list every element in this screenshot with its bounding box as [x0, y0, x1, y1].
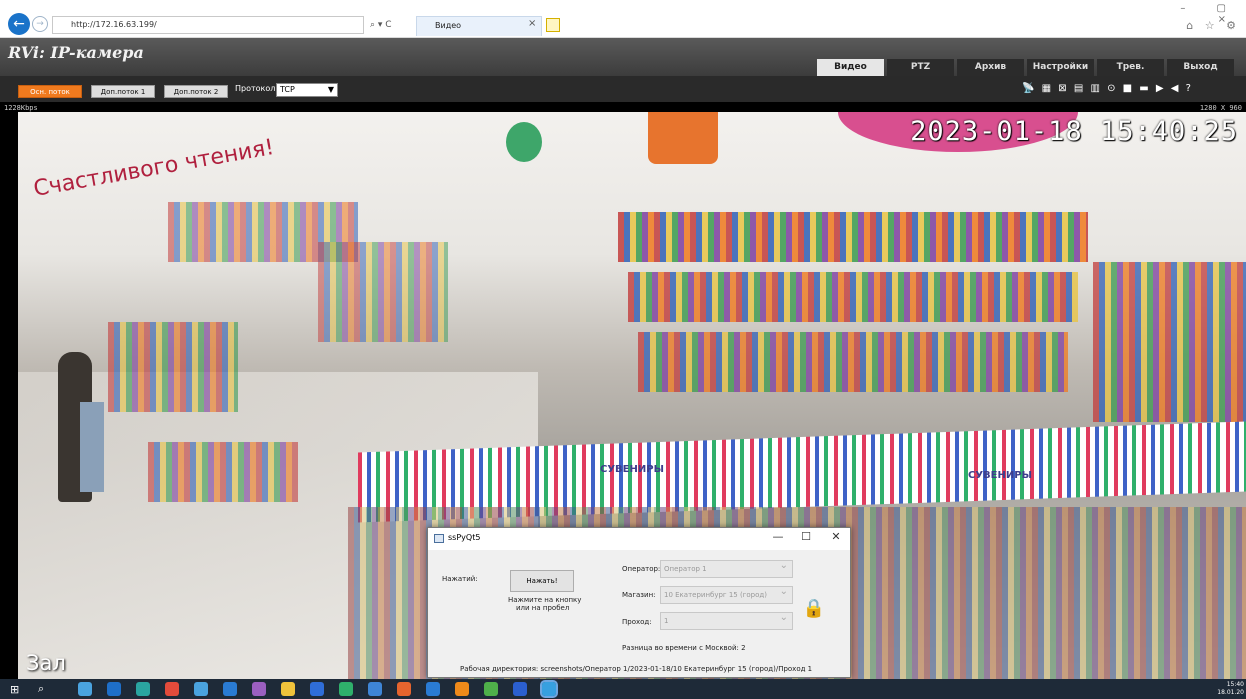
shelf-right — [1093, 262, 1246, 422]
press-count-label: Нажатий: — [442, 575, 478, 583]
taskbar-app-icon[interactable] — [107, 682, 121, 696]
taskbar-app-icon[interactable] — [252, 682, 266, 696]
workdir-text: Рабочая директория: screenshots/Оператор… — [460, 665, 813, 673]
book-table-2 — [148, 442, 298, 502]
protocol-label: Протокол — [235, 84, 276, 93]
bitrate-readout: 1228Kbps — [4, 104, 38, 112]
taskbar: ⊞ ⌕ 15:40 18.01.20 — [0, 679, 1246, 699]
green-tag — [506, 122, 542, 162]
maximize-button[interactable]: ☐ — [796, 530, 816, 543]
book-table-1 — [108, 322, 238, 412]
tab-video[interactable]: Видео — [416, 16, 542, 36]
operator-label: Оператор: — [622, 565, 661, 573]
operator-combo[interactable]: Оператор 1 — [660, 558, 793, 578]
screen: ← → e http://172.16.63.199/ ⌕ ▾ C e Виде… — [0, 0, 1246, 699]
window-controls[interactable]: – ▢ × — [1180, 3, 1240, 25]
taskbar-app-icon[interactable] — [513, 682, 527, 696]
tab-archive[interactable]: Архив — [957, 59, 1024, 76]
address-tools[interactable]: ⌕ ▾ C — [370, 16, 410, 34]
souvenir-label-1: СУВЕНИРЫ — [600, 464, 664, 475]
store-label: Магазин: — [622, 591, 656, 599]
search-icon[interactable]: ⌕ — [38, 682, 44, 696]
forward-arrow-icon[interactable]: → — [32, 16, 48, 32]
taskbar-app-icon[interactable] — [426, 682, 440, 696]
taskbar-app-icon[interactable] — [368, 682, 382, 696]
taskbar-app-icon[interactable] — [78, 682, 92, 696]
close-button[interactable]: ✕ — [826, 530, 846, 543]
taskbar-app-icon[interactable] — [136, 682, 150, 696]
press-button[interactable]: Нажать! — [510, 570, 574, 592]
press-hint-line-1: Нажмите на кнопку — [508, 596, 582, 604]
new-tab-button[interactable] — [546, 18, 560, 32]
taskbar-app-icon[interactable] — [339, 682, 353, 696]
tab-alarm[interactable]: Трев. — [1097, 59, 1164, 76]
taskbar-clock[interactable]: 15:40 18.01.20 — [1217, 681, 1244, 697]
resolution-readout: 1280 X 960 — [1199, 104, 1242, 112]
tab-settings[interactable]: Настройки — [1027, 59, 1094, 76]
video-tool-icons[interactable]: 📡 ▦ ⊠ ▤ ▥ ⊙ ■ ▬ ▶ ◀ ? — [1022, 83, 1244, 97]
taskbar-app-icon[interactable] — [455, 682, 469, 696]
taskbar-app-icon[interactable] — [540, 680, 558, 698]
sub-stream-1-button[interactable]: Доп.поток 1 — [91, 85, 155, 98]
taskbar-app-icon[interactable] — [310, 682, 324, 696]
tab-video-nav[interactable]: Видео — [817, 59, 884, 76]
souvenir-label-2: СУВЕНИРЫ — [968, 470, 1032, 481]
magazine-rack — [318, 242, 448, 342]
tab-ptz[interactable]: PTZ — [887, 59, 954, 76]
sspyqt5-window: ssPyQt5 — ☐ ✕ Нажатий: Нажать! Нажмите н… — [427, 527, 851, 678]
shelf-mid — [628, 272, 1078, 322]
customer-jeans — [80, 402, 104, 492]
taskbar-app-icon[interactable] — [484, 682, 498, 696]
video-timestamp: 2023-01-18 15:40:25 — [910, 116, 1238, 147]
tab-close-icon[interactable]: × — [528, 18, 536, 29]
pass-combo[interactable]: 1 — [660, 610, 793, 630]
taskbar-app-icon[interactable] — [165, 682, 179, 696]
taskbar-app-icon[interactable] — [397, 682, 411, 696]
shelf-low — [638, 332, 1068, 392]
dialog-title: ssPyQt5 — [448, 533, 481, 542]
address-bar[interactable]: http://172.16.63.199/ — [52, 16, 364, 34]
lock-icon[interactable]: 🔒 — [802, 598, 826, 620]
main-stream-button[interactable]: Осн. поток — [18, 85, 82, 98]
store-sign: Счастливого чтения! — [31, 135, 276, 202]
windows-icon[interactable]: ⊞ — [10, 683, 19, 696]
tz-diff-text: Разница во времени с Москвой: 2 — [622, 644, 746, 652]
minimize-button[interactable]: — — [768, 530, 788, 543]
protocol-select[interactable]: TCP — [276, 83, 338, 97]
back-arrow-icon[interactable]: ← — [8, 13, 30, 35]
orange-sign — [648, 112, 718, 164]
taskbar-app-icon[interactable] — [194, 682, 208, 696]
app-logo: RVi: IP-камера — [8, 43, 144, 62]
app-window-icon — [434, 534, 444, 543]
store-combo[interactable]: 10 Екатеринбург 15 (город) — [660, 584, 793, 604]
shelf-top — [618, 212, 1088, 262]
taskbar-app-icon[interactable] — [281, 682, 295, 696]
tab-exit[interactable]: Выход — [1167, 59, 1234, 76]
clock-time: 15:40 — [1226, 681, 1244, 688]
sub-stream-2-button[interactable]: Доп.поток 2 — [164, 85, 228, 98]
clock-date: 18.01.20 — [1217, 689, 1244, 696]
pass-label: Проход: — [622, 618, 652, 626]
browser-toolbar-icons[interactable]: ⌂ ☆ ⚙ — [1180, 19, 1240, 33]
taskbar-app-icon[interactable] — [223, 682, 237, 696]
camera-name: Зал — [26, 651, 66, 675]
main-nav: Видео PTZ Архив Настройки Трев. Выход — [817, 59, 1234, 76]
press-hint-line-2: или на пробел — [516, 604, 570, 612]
